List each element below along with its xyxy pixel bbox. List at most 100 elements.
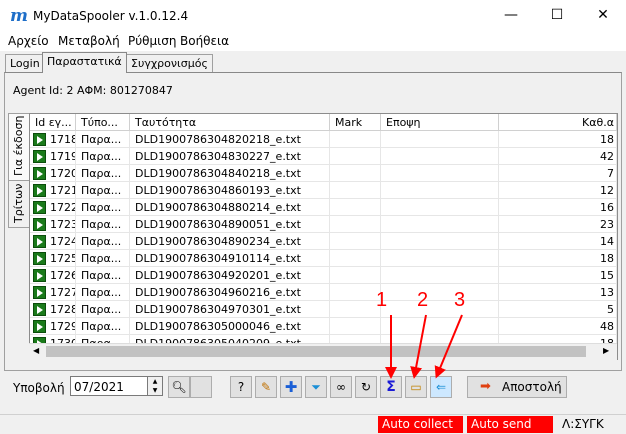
scroll-left-icon[interactable]: ◀: [33, 346, 39, 355]
cell-id: 1725: [30, 250, 76, 267]
edit-button[interactable]: ✎: [255, 376, 277, 398]
side-tab-label: Για έκδοση: [12, 115, 25, 176]
cell-id-text: 1729: [50, 320, 76, 333]
table-row[interactable]: 1721 Παρα... DLD1900786304860193_e.txt 12: [30, 182, 617, 199]
row-status-icon: [33, 167, 46, 180]
row-status-icon: [33, 150, 46, 163]
table-row[interactable]: 1727 Παρα... DLD1900786304960216_e.txt 13: [30, 284, 617, 301]
menu-file[interactable]: Αρχείο: [8, 34, 49, 48]
cell-kath-text: 13: [600, 286, 614, 299]
cell-kath-text: 48: [600, 320, 614, 333]
table-row[interactable]: 1718 Παρα... DLD1900786304820218_e.txt 18: [30, 131, 617, 148]
row-status-icon: [33, 133, 46, 146]
row-status-icon: [33, 320, 46, 333]
cell-epopsi: [381, 233, 499, 250]
cell-epopsi: [381, 216, 499, 233]
cell-id: 1726: [30, 267, 76, 284]
cell-type: Παρα...: [76, 148, 130, 165]
cell-id: 1721: [30, 182, 76, 199]
minimize-button[interactable]: —: [488, 0, 534, 31]
cell-id: 1723: [30, 216, 76, 233]
menu-settings[interactable]: Ρύθμιση: [128, 34, 176, 48]
menu-help[interactable]: Βοήθεια: [180, 34, 229, 48]
period-spinner[interactable]: ▲ ▼: [147, 376, 163, 396]
cell-id-text: 1723: [50, 218, 76, 231]
folder-icon: ▭: [410, 380, 422, 394]
column-header-identity[interactable]: Ταυτότητα: [130, 114, 330, 131]
cell-identity: DLD1900786305000046_e.txt: [130, 318, 330, 335]
documents-grid[interactable]: Id εγ... Τύπο... Ταυτότητα Mark Εποψη Κα…: [29, 113, 618, 360]
cell-epopsi: [381, 199, 499, 216]
column-header-epopsi[interactable]: Εποψη: [381, 114, 499, 131]
cell-type: Παρα...: [76, 131, 130, 148]
auto-send-indicator: Auto send: [467, 416, 553, 433]
cell-identity-text: DLD1900786304890051_e.txt: [135, 218, 301, 231]
search-button[interactable]: 🔍︎: [168, 376, 190, 398]
cell-mark: [330, 131, 381, 148]
cell-epopsi: [381, 182, 499, 199]
scroll-right-icon[interactable]: ▶: [603, 346, 609, 355]
blank-button[interactable]: [190, 376, 212, 398]
agent-info-label: Agent Id: 2 ΑΦΜ: 801270847: [13, 84, 173, 97]
cell-kath: 13: [499, 284, 617, 301]
menu-edit[interactable]: Μεταβολή: [58, 34, 120, 48]
table-row[interactable]: 1719 Παρα... DLD1900786304830227_e.txt 42: [30, 148, 617, 165]
cell-id: 1722: [30, 199, 76, 216]
table-row[interactable]: 1724 Παρα... DLD1900786304890234_e.txt 14: [30, 233, 617, 250]
cell-identity-text: DLD1900786304860193_e.txt: [135, 184, 301, 197]
send-arrow-icon: ➡: [480, 379, 491, 394]
cell-epopsi: [381, 131, 499, 148]
binoculars-icon: ∞: [336, 380, 346, 394]
row-status-icon: [33, 201, 46, 214]
cell-type: Παρα...: [76, 284, 130, 301]
row-status-icon: [33, 269, 46, 282]
cell-id-text: 1725: [50, 252, 76, 265]
send-button-label: Αποστολή: [502, 380, 562, 394]
tab-login[interactable]: Login: [5, 54, 45, 72]
table-row[interactable]: 1723 Παρα... DLD1900786304890051_e.txt 23: [30, 216, 617, 233]
cell-mark: [330, 165, 381, 182]
close-button[interactable]: ✕: [580, 0, 626, 31]
cell-kath-text: 42: [600, 150, 614, 163]
table-row[interactable]: 1725 Παρα... DLD1900786304910114_e.txt 18: [30, 250, 617, 267]
cell-type: Παρα...: [76, 165, 130, 182]
tab-documents[interactable]: Παραστατικά: [42, 52, 127, 73]
refresh-icon: ↻: [360, 380, 372, 394]
add-button[interactable]: ✚: [280, 376, 302, 398]
filter-button[interactable]: ⏷: [305, 376, 327, 398]
period-input[interactable]: 07/2021: [70, 376, 148, 396]
column-header-kath[interactable]: Καθ.α: [499, 114, 617, 131]
cell-type: Παρα...: [76, 250, 130, 267]
plus-icon: ✚: [284, 378, 298, 396]
cell-identity: DLD1900786304970301_e.txt: [130, 301, 330, 318]
tab-sync[interactable]: Συγχρονισμός: [126, 54, 213, 72]
auto-collect-indicator: Auto collect: [378, 416, 463, 433]
annotation-arrows: [385, 314, 463, 379]
cell-id-text: 1727: [50, 286, 76, 299]
help-button[interactable]: ?: [230, 376, 252, 398]
table-row[interactable]: 1722 Παρα... DLD1900786304880214_e.txt 16: [30, 199, 617, 216]
submit-period-label: Υποβολή: [13, 381, 65, 395]
cell-id: 1724: [30, 233, 76, 250]
cell-epopsi: [381, 267, 499, 284]
column-header-mark[interactable]: Mark: [330, 114, 381, 131]
cell-type: Παρα...: [76, 233, 130, 250]
find-button[interactable]: ∞: [330, 376, 352, 398]
table-row[interactable]: 1720 Παρα... DLD1900786304840218_e.txt 7: [30, 165, 617, 182]
table-row[interactable]: 1726 Παρα... DLD1900786304920201_e.txt 15: [30, 267, 617, 284]
cell-type-text: Παρα...: [81, 252, 122, 265]
side-tab-for-issue[interactable]: Για έκδοση: [8, 113, 29, 181]
table-row[interactable]: 1729 Παρα... DLD1900786305000046_e.txt 48: [30, 318, 617, 335]
side-tab-third-parties[interactable]: Τρίτων: [8, 180, 29, 228]
cell-identity-text: DLD1900786304880214_e.txt: [135, 201, 301, 214]
column-header-type[interactable]: Τύπο...: [76, 114, 130, 131]
column-header-id[interactable]: Id εγ...: [30, 114, 76, 131]
cell-type-text: Παρα...: [81, 218, 122, 231]
cell-id-text: 1720: [50, 167, 76, 180]
scrollbar-thumb[interactable]: [46, 346, 586, 357]
maximize-button[interactable]: ☐: [534, 0, 580, 31]
send-button[interactable]: ➡ Αποστολή: [467, 376, 567, 398]
cell-type-text: Παρα...: [81, 150, 122, 163]
table-row[interactable]: 1728 Παρα... DLD1900786304970301_e.txt 5: [30, 301, 617, 318]
filter-icon: ⏷: [311, 380, 321, 394]
